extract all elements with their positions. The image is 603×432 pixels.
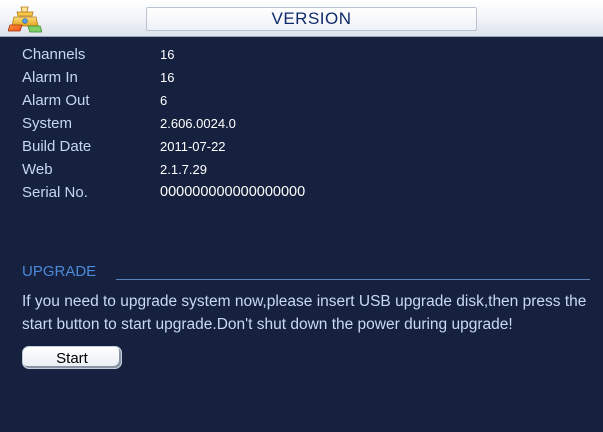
start-upgrade-button[interactable]: Start: [22, 346, 122, 369]
serial-no-value: 000000000000000000: [160, 184, 306, 200]
version-window: VERSION Channels 16 Alarm In 16 Alarm Ou…: [0, 0, 603, 432]
system-label: System: [22, 115, 73, 132]
window-title: VERSION: [146, 7, 477, 31]
upgrade-section-title: UPGRADE: [22, 263, 97, 280]
alarm-out-label: Alarm Out: [22, 92, 90, 109]
channels-value: 16: [160, 47, 175, 62]
channels-label: Channels: [22, 46, 86, 63]
build-date-value: 2011-07-22: [160, 139, 226, 154]
section-divider: [116, 279, 590, 280]
build-date-label: Build Date: [22, 138, 92, 155]
serial-no-label: Serial No.: [22, 184, 88, 201]
upgrade-section-header: UPGRADE: [22, 263, 590, 283]
alarm-out-value: 6: [160, 93, 168, 108]
upgrade-message: If you need to upgrade system now,please…: [22, 293, 587, 333]
web-label: Web: [22, 161, 53, 178]
alarm-in-value: 16: [160, 70, 175, 85]
system-value: 2.606.0024.0: [160, 116, 236, 131]
web-value: 2.1.7.29: [160, 162, 207, 177]
alarm-in-label: Alarm In: [22, 69, 78, 86]
title-bar: VERSION: [0, 0, 603, 37]
dvr-logo-icon: [7, 3, 43, 33]
